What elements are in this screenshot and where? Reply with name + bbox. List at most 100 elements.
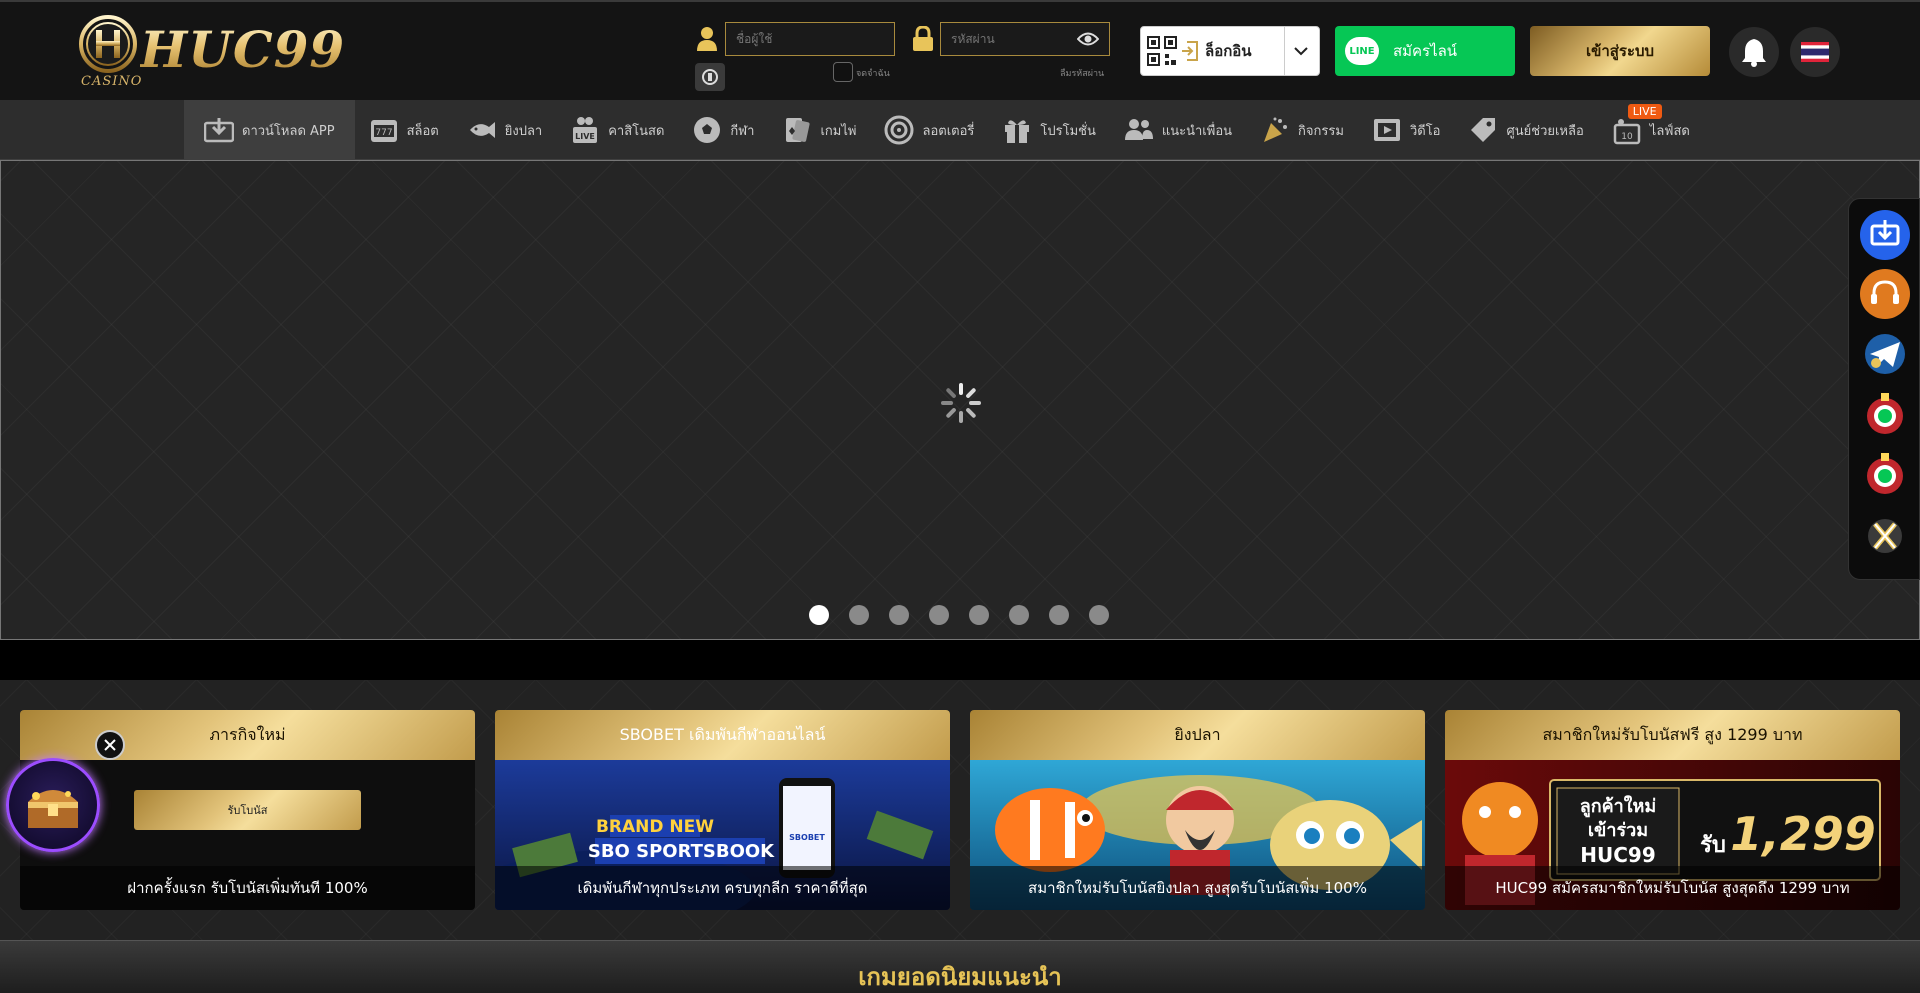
carousel-dot[interactable]: [969, 605, 989, 625]
nav-item-promotions[interactable]: โปรโมชั่น: [988, 100, 1109, 160]
nav-item-label: แนะนำเพื่อน: [1161, 123, 1233, 139]
nav-item-label: วิดีโอ: [1409, 123, 1441, 139]
remember-me-checkbox[interactable]: [833, 62, 853, 82]
treasure-chest-badge[interactable]: [6, 758, 100, 852]
fish-icon: [469, 122, 495, 138]
carousel-dot[interactable]: [849, 605, 869, 625]
download-icon: [204, 118, 234, 143]
nav-item-live-stream[interactable]: LIVE 10 ไลฟ์สด: [1598, 100, 1704, 160]
nav-item-fishing[interactable]: ยิงปลา: [453, 100, 556, 160]
qr-code-icon: [1147, 36, 1177, 66]
svg-text:777: 777: [375, 128, 392, 138]
nav-item-label: คาสิโนสด: [608, 123, 665, 139]
side-line-gift-button-1[interactable]: [1860, 389, 1910, 439]
login-button[interactable]: เข้าสู่ระบบ: [1530, 26, 1710, 76]
new-member-image-text-3: HUC99: [1580, 843, 1656, 867]
loading-spinner-icon: [941, 383, 981, 423]
promo-card-caption: สมาชิกใหม่รับโบนัสยิงปลา สูงสุดรับโบนัสเ…: [970, 866, 1425, 910]
nav-item-slots[interactable]: 777 สล็อต: [355, 100, 453, 160]
nav-item-events[interactable]: กิจกรรม: [1246, 100, 1358, 160]
side-line-gift-button-2[interactable]: [1860, 449, 1910, 499]
party-icon: [1264, 117, 1288, 142]
new-member-image-text-2: เข้าร่วม: [1588, 820, 1648, 841]
live-badge: LIVE: [1627, 104, 1662, 119]
carousel-dots: [809, 605, 1109, 625]
treasure-chest-icon: [28, 790, 78, 828]
nav-item-download-app[interactable]: ดาวน์โหลด APP: [184, 100, 355, 160]
lock-icon: [913, 26, 933, 51]
user-icon: [697, 27, 717, 51]
promo-card-title: ภารกิจใหม่: [20, 710, 475, 760]
live-stream-icon: 10: [1613, 119, 1641, 145]
nav-item-label: สล็อต: [406, 123, 439, 139]
refresh-captcha-button[interactable]: [695, 63, 725, 91]
promo-card-new-member[interactable]: สมาชิกใหม่รับโบนัสฟรี สูง 1299 บาท ลูกค้…: [1445, 710, 1900, 910]
carousel-dot[interactable]: [1009, 605, 1029, 625]
app-login-label: ล็อกอิน: [1205, 42, 1252, 60]
promo-card-caption: เดิมพันกีฬาทุกประเภท ครบทุกลีก ราคาดีที่…: [495, 866, 950, 910]
carousel-dot[interactable]: [889, 605, 909, 625]
logo-text: HUC99: [140, 20, 346, 79]
nav-item-label: ไลฟ์สด: [1649, 123, 1690, 139]
new-member-image-amount: 1,299: [1730, 807, 1876, 861]
language-button[interactable]: [1790, 27, 1840, 77]
site-logo[interactable]: HUC99 CASINO: [78, 14, 344, 90]
close-floating-badge-button[interactable]: [95, 730, 125, 760]
carousel-dot[interactable]: [929, 605, 949, 625]
side-customer-service-button[interactable]: [1860, 269, 1910, 319]
gift-icon: [1005, 120, 1030, 143]
sbobet-phone-text: SBOBET: [789, 833, 825, 842]
promo-card-title: SBOBET เดิมพันกีฬาออนไลน์: [495, 710, 950, 760]
username-input[interactable]: [725, 22, 895, 56]
nav-item-video[interactable]: วิดีโอ: [1358, 100, 1455, 160]
nav-item-help-center[interactable]: ศูนย์ช่วยเหลือ: [1454, 100, 1597, 160]
promo-card-fishing[interactable]: ยิงปลา สมาชิกใหม่รับโบนัสยิงปลา สูงสุดรั…: [970, 710, 1425, 910]
download-app-icon: [1870, 220, 1900, 246]
slot-777-icon: 777: [370, 120, 397, 142]
promo-card-sbobet[interactable]: SBOBET เดิมพันกีฬาออนไลน์ BRAND NEW SBO …: [495, 710, 950, 910]
forgot-password-link[interactable]: ลืมรหัสผ่าน: [1060, 66, 1104, 80]
nav-item-label: กิจกรรม: [1298, 123, 1344, 139]
carousel-dot[interactable]: [1089, 605, 1109, 625]
popular-games-header: เกมยอดนิยมแนะนำ: [0, 940, 1920, 993]
promo-card-caption: ฝากครั้งแรก รับโบนัสเพิ่มทันที 100%: [20, 866, 475, 910]
logo-emblem-icon: [79, 15, 137, 73]
nav-item-card-games[interactable]: เกมไพ่: [768, 100, 870, 160]
nav-item-label: ยิงปลา: [504, 123, 543, 139]
chevron-down-icon[interactable]: [1293, 43, 1309, 59]
popular-games-title: เกมยอดนิยมแนะนำ: [858, 963, 1062, 991]
notification-button[interactable]: [1729, 27, 1779, 77]
promo-card-title: ยิงปลา: [970, 710, 1425, 760]
promo-card-title: สมาชิกใหม่รับโบนัสฟรี สูง 1299 บาท: [1445, 710, 1900, 760]
nav-item-refer-friend[interactable]: แนะนำเพื่อน: [1110, 100, 1246, 160]
line-register-button[interactable]: LINE สมัครไลน์: [1335, 26, 1515, 76]
nav-item-live-casino[interactable]: LIVE คาสิโนสด: [556, 100, 678, 160]
nav-item-lottery[interactable]: ลอตเตอรี่: [870, 100, 988, 160]
video-icon: [1373, 119, 1400, 141]
nav-item-label: โปรโมชั่น: [1040, 123, 1096, 139]
header: HUC99 CASINO จดจำฉัน ลืมรหัสผ่าน: [0, 0, 1920, 100]
claim-bonus-button[interactable]: รับโบนัส: [134, 790, 361, 830]
side-download-app-button[interactable]: [1860, 210, 1910, 260]
app-login-icon: [1182, 41, 1198, 61]
dropdown-separator: [1284, 27, 1285, 75]
hero-banner[interactable]: [0, 160, 1920, 640]
telegram-icon: [1865, 334, 1905, 374]
friends-icon: [1124, 119, 1153, 140]
help-tag-icon: [1471, 118, 1496, 142]
show-password-icon[interactable]: [1077, 30, 1099, 48]
main-nav: ดาวน์โหลด APP 777 สล็อต ยิงปลา LIVE คาสิ: [0, 100, 1920, 160]
nav-item-sports[interactable]: กีฬา: [678, 100, 768, 160]
carousel-dot[interactable]: [809, 605, 829, 625]
bell-icon: [1742, 39, 1766, 67]
line-logo-icon: LINE: [1345, 37, 1379, 65]
side-telegram-button[interactable]: [1860, 329, 1910, 379]
refresh-icon: [702, 69, 718, 85]
close-icon: [104, 739, 116, 751]
carousel-dot[interactable]: [1049, 605, 1069, 625]
new-member-image-text-4: รับ: [1700, 833, 1726, 858]
side-x-twitter-button[interactable]: [1860, 509, 1910, 559]
nav-item-label: ศูนย์ช่วยเหลือ: [1506, 123, 1584, 139]
logo-subtext: CASINO: [81, 74, 143, 89]
app-login-dropdown[interactable]: ล็อกอิน: [1140, 26, 1320, 76]
